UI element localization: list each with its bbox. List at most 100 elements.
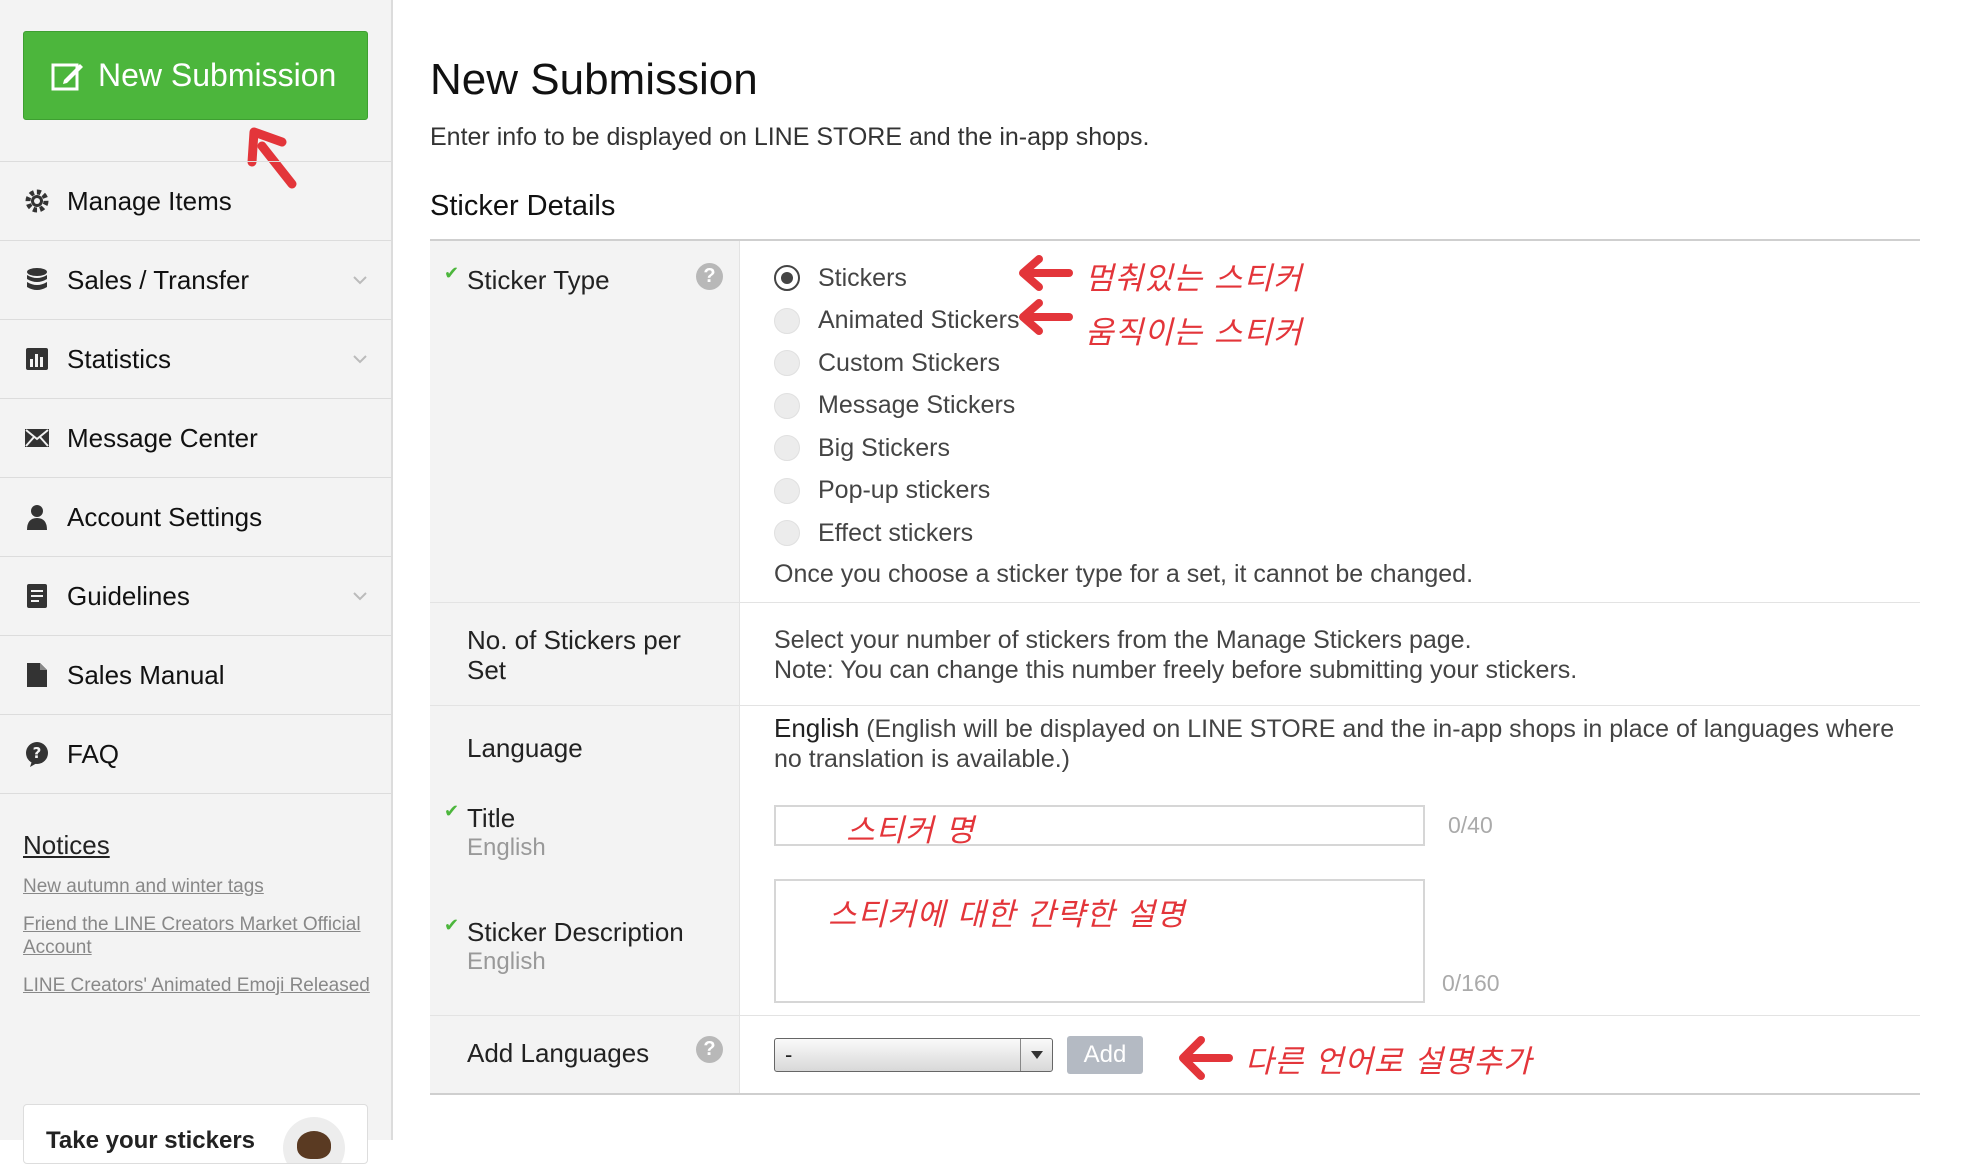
language-title-description-row: Language ✔ Title English ✔ Sticker Descr… — [430, 706, 1920, 1016]
sidebar-item-label: Guidelines — [67, 580, 190, 611]
title-input[interactable]: 스티커 명 — [774, 805, 1425, 849]
radio-label: Custom Stickers — [818, 348, 1000, 377]
description-textarea[interactable]: 스티커에 대한 간략한 설명 — [774, 879, 1425, 1003]
num-stickers-label: No. of Stickers per Set — [467, 625, 681, 685]
chevron-down-icon — [353, 592, 367, 601]
gear-icon — [23, 187, 51, 215]
sidebar-item-faq[interactable]: ? FAQ — [0, 715, 391, 794]
database-icon — [23, 266, 51, 294]
title-sublabel: English — [467, 834, 546, 861]
sidebar-item-message-center[interactable]: Message Center — [0, 399, 391, 478]
sidebar-item-label: Account Settings — [67, 501, 263, 532]
language-label: Language — [467, 733, 583, 763]
radio-button[interactable] — [774, 350, 800, 377]
sidebar-item-statistics[interactable]: Statistics — [0, 320, 391, 399]
chevron-down-icon — [353, 276, 367, 285]
promo-text: Take your stickers — [46, 1127, 256, 1154]
sticker-type-label-cell: ✔ Sticker Type ? — [430, 241, 740, 602]
user-icon — [23, 503, 51, 531]
description-counter: 0/160 — [1442, 970, 1500, 996]
radio-button[interactable] — [774, 307, 800, 334]
add-languages-controls: - Add 다른 언어로 설명추가 — [740, 1016, 1920, 1093]
radio-button[interactable] — [774, 265, 800, 292]
radio-option-animated-stickers[interactable]: Animated Stickers — [774, 300, 1920, 343]
sidebar-item-label: Statistics — [67, 343, 172, 374]
chevron-down-icon — [353, 355, 367, 364]
sidebar-item-label: Manage Items — [67, 185, 232, 216]
radio-button[interactable] — [774, 392, 800, 419]
notices-section: Notices New autumn and winter tags Frien… — [23, 830, 373, 1012]
radio-label: Effect stickers — [818, 518, 974, 547]
sidebar-item-label: FAQ — [67, 738, 120, 769]
radio-label: Message Stickers — [818, 391, 1016, 420]
num-stickers-row: No. of Stickers per Set Select your numb… — [430, 603, 1920, 706]
sidebar: New Submission Manage Items Sales / Tran… — [0, 0, 393, 1164]
language-label-cell: Language ✔ Title English ✔ Sticker Descr… — [430, 706, 740, 1015]
radio-button[interactable] — [774, 477, 800, 504]
num-stickers-line2: Note: You can change this number freely … — [774, 656, 1578, 684]
page-subtitle: Enter info to be displayed on LINE STORE… — [430, 123, 1150, 151]
sticker-type-options: Stickers Animated Stickers Custom Sticke… — [740, 241, 1920, 602]
new-submission-button[interactable]: New Submission — [23, 31, 368, 120]
radio-label: Animated Stickers — [818, 306, 1020, 335]
radio-option-custom-stickers[interactable]: Custom Stickers — [774, 342, 1920, 385]
sidebar-item-sales-manual[interactable]: Sales Manual — [0, 636, 391, 715]
envelope-icon — [23, 424, 51, 452]
sidebar-item-sales-transfer[interactable]: Sales / Transfer — [0, 241, 391, 320]
edit-icon — [51, 63, 83, 90]
title-label: Title — [467, 803, 516, 833]
svg-text:?: ? — [33, 744, 42, 762]
annotation-arrow-icon — [1019, 255, 1073, 291]
check-icon: ✔ — [444, 263, 460, 283]
language-bold: English — [774, 713, 860, 743]
radio-option-effect-stickers[interactable]: Effect stickers — [774, 512, 1920, 555]
add-languages-label-cell: Add Languages ? — [430, 1016, 740, 1093]
check-icon: ✔ — [444, 801, 460, 821]
radio-option-popup-stickers[interactable]: Pop-up stickers — [774, 470, 1920, 513]
notices-title[interactable]: Notices — [23, 830, 373, 861]
question-bubble-icon: ? — [23, 740, 51, 768]
language-value: English (English will be displayed on LI… — [774, 713, 1910, 774]
sidebar-item-account-settings[interactable]: Account Settings — [0, 478, 391, 557]
add-language-button[interactable]: Add — [1067, 1036, 1143, 1074]
radio-option-message-stickers[interactable]: Message Stickers — [774, 385, 1920, 428]
help-icon[interactable]: ? — [696, 263, 723, 290]
annotation-arrow-icon — [1019, 299, 1073, 335]
sidebar-item-guidelines[interactable]: Guidelines — [0, 557, 391, 636]
sticker-details-form: ✔ Sticker Type ? Stickers Animated Stick… — [430, 239, 1920, 1095]
sticker-type-row: ✔ Sticker Type ? Stickers Animated Stick… — [430, 241, 1920, 603]
description-label: Sticker Description — [467, 917, 684, 947]
help-icon[interactable]: ? — [696, 1036, 723, 1063]
radio-option-big-stickers[interactable]: Big Stickers — [774, 427, 1920, 470]
num-stickers-label-cell: No. of Stickers per Set — [430, 603, 740, 705]
check-icon: ✔ — [444, 915, 460, 935]
sidebar-menu: Manage Items Sales / Transfer Statistics… — [0, 161, 391, 794]
bear-mascot-icon — [283, 1117, 345, 1163]
notice-link[interactable]: Friend the LINE Creators Market Official… — [23, 913, 373, 959]
language-note: (English will be displayed on LINE STORE… — [774, 715, 1895, 773]
notice-link[interactable]: LINE Creators' Animated Emoji Released — [23, 974, 373, 997]
sticker-type-note: Once you choose a sticker type for a set… — [774, 559, 1474, 588]
notice-link[interactable]: New autumn and winter tags — [23, 875, 373, 898]
language-select-value: - — [785, 1042, 793, 1067]
title-counter: 0/40 — [1448, 812, 1493, 838]
annotation-description-hint: 스티커에 대한 간략한 설명 — [828, 897, 1186, 933]
radio-button[interactable] — [774, 435, 800, 462]
radio-label: Pop-up stickers — [818, 476, 991, 505]
annotation-title-hint: 스티커 명 — [846, 813, 975, 849]
radio-option-stickers[interactable]: Stickers — [774, 257, 1920, 300]
radio-label: Stickers — [818, 263, 907, 292]
annotation-arrow-icon — [1179, 1036, 1233, 1080]
sidebar-item-manage-items[interactable]: Manage Items — [0, 162, 391, 241]
page-title: New Submission — [430, 55, 758, 104]
language-select[interactable]: - — [774, 1038, 1053, 1072]
sidebar-item-label: Sales / Transfer — [67, 264, 250, 295]
num-stickers-value: Select your number of stickers from the … — [740, 603, 1920, 705]
promo-banner[interactable]: Take your stickers — [23, 1104, 368, 1164]
language-title-description-values: English (English will be displayed on LI… — [740, 706, 1920, 1015]
sidebar-item-label: Sales Manual — [67, 659, 225, 690]
chevron-down-icon — [1020, 1039, 1052, 1071]
section-title: Sticker Details — [430, 190, 616, 222]
radio-button[interactable] — [774, 520, 800, 547]
num-stickers-line1: Select your number of stickers from the … — [774, 626, 1472, 654]
